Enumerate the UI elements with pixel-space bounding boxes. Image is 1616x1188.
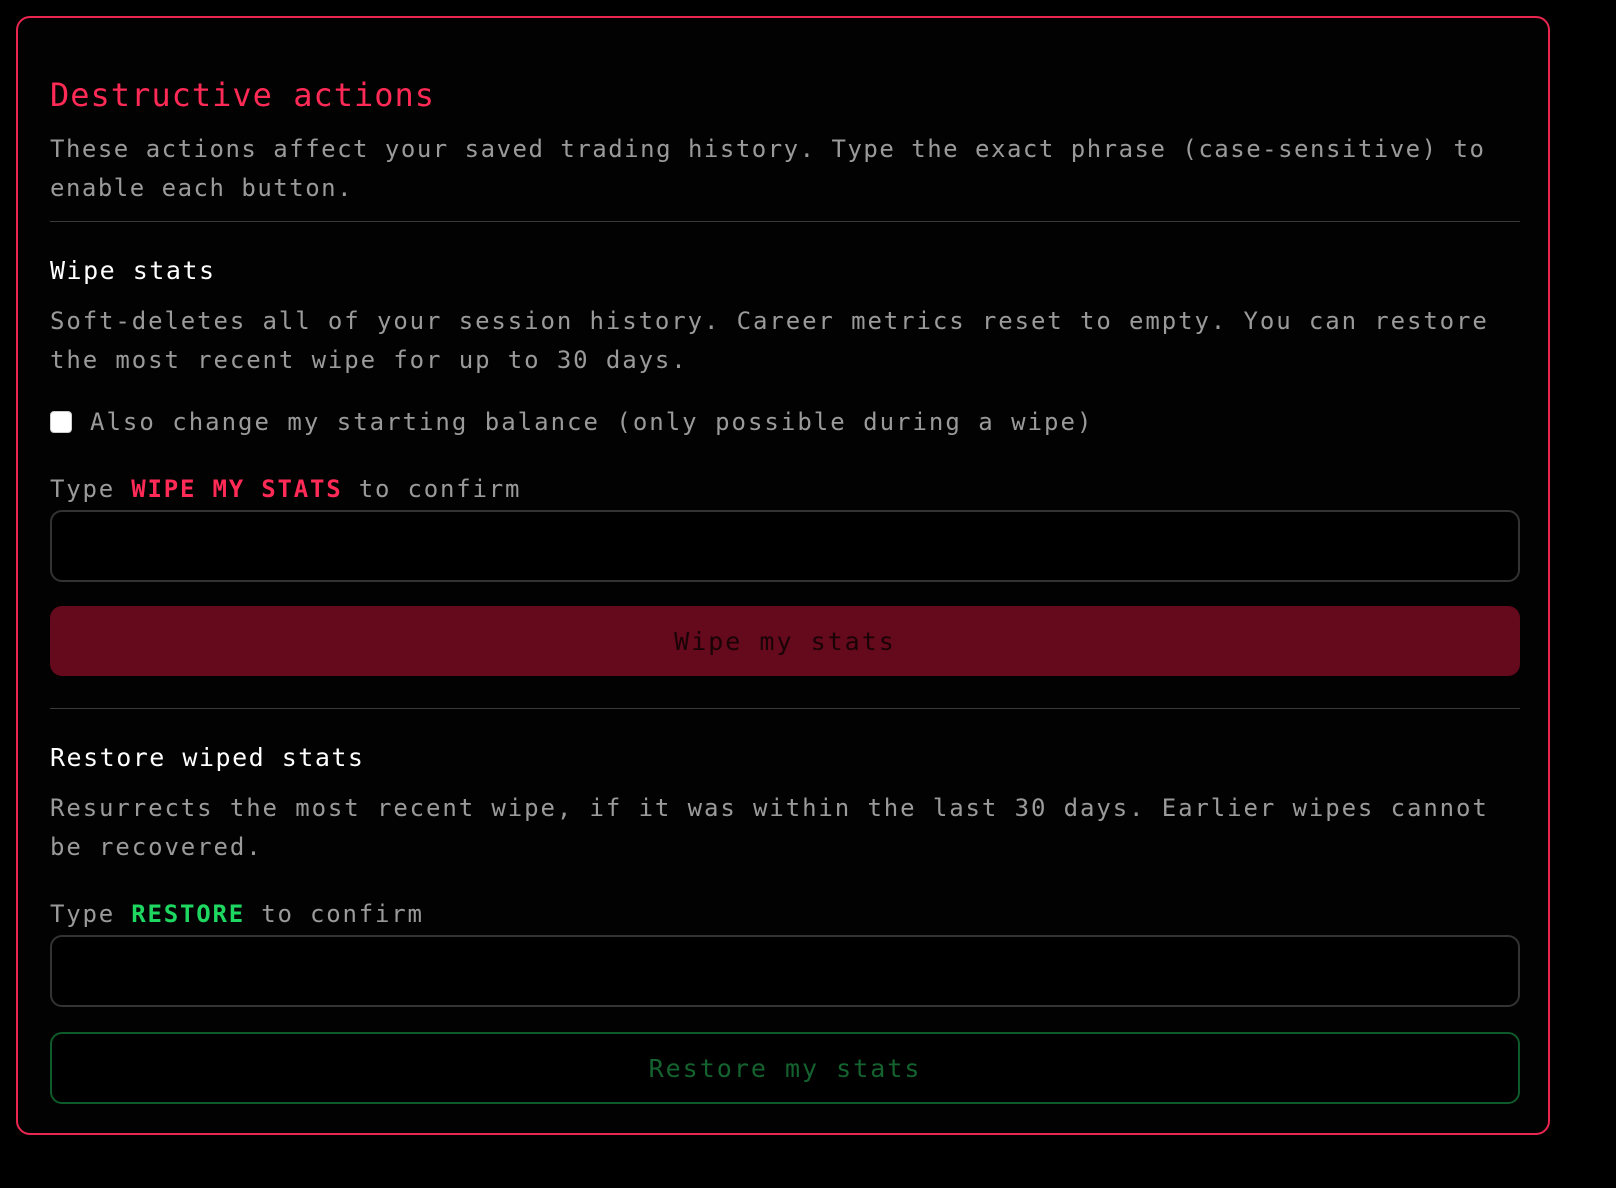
section-divider [50,221,1520,222]
restore-confirm-prefix: Type [50,900,115,928]
wipe-confirm-input[interactable] [50,510,1520,582]
wipe-section-title: Wipe stats [50,256,216,285]
wipe-confirm-phrase: WIPE MY STATS [131,475,343,503]
restore-confirm-input[interactable] [50,935,1520,1007]
restore-stats-button[interactable]: Restore my stats [50,1032,1520,1104]
starting-balance-checkbox[interactable] [50,411,72,433]
wipe-confirm-prefix: Type [50,475,115,503]
panel-intro: These actions affect your saved trading … [50,135,1486,202]
restore-confirm-suffix: to confirm [261,900,424,928]
starting-balance-checkbox-row[interactable]: Also change my starting balance (only po… [50,408,1093,436]
restore-section-description: Resurrects the most recent wipe, if it w… [50,794,1489,861]
restore-confirm-label: Type RESTORE to confirm [50,900,424,928]
wipe-section-description: Soft-deletes all of your session history… [50,307,1489,374]
restore-section-title: Restore wiped stats [50,743,365,772]
starting-balance-checkbox-label: Also change my starting balance (only po… [90,408,1094,436]
wipe-confirm-label: Type WIPE MY STATS to confirm [50,475,521,503]
wipe-stats-button[interactable]: Wipe my stats [50,606,1520,676]
restore-confirm-phrase: RESTORE [131,900,245,928]
destructive-actions-panel: Destructive actions These actions affect… [16,16,1550,1135]
wipe-confirm-suffix: to confirm [358,475,522,503]
panel-title: Destructive actions [50,76,436,114]
section-divider [50,708,1520,709]
